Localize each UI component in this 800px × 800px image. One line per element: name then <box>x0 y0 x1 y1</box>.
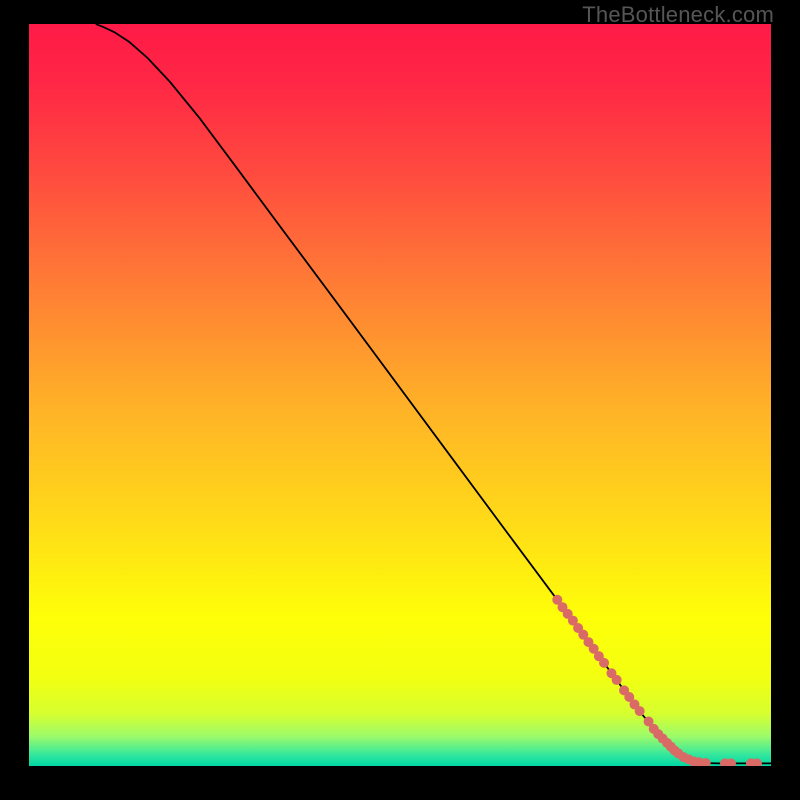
chart-container <box>29 24 771 766</box>
chart-plot <box>29 24 771 766</box>
marker-point <box>599 658 609 668</box>
marker-point <box>612 675 622 685</box>
marker-point <box>635 706 645 716</box>
gradient-background <box>29 24 771 766</box>
